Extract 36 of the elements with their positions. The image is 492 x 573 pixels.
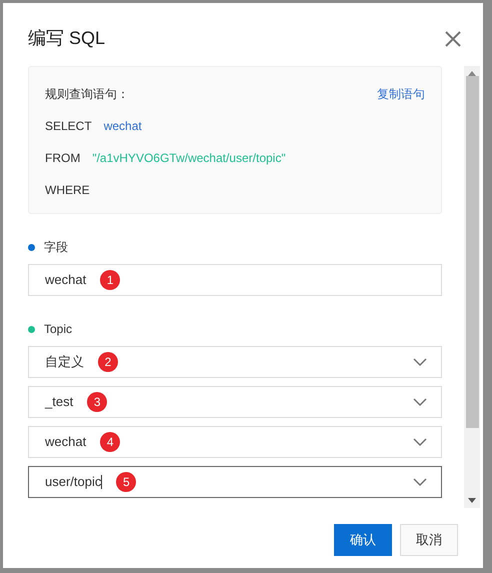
select-field[interactable]: 自定义 2 <box>28 346 442 378</box>
input-field[interactable]: wechat 1 <box>28 264 442 296</box>
field-value: wechat <box>45 433 86 452</box>
sql-keyword: SELECT <box>45 118 92 135</box>
field-value: wechat <box>45 271 86 290</box>
copy-link[interactable]: 复制语句 <box>377 85 425 103</box>
chevron-down-icon <box>413 398 427 406</box>
chevron-down-icon <box>413 438 427 446</box>
sql-keyword: FROM <box>45 150 80 167</box>
dialog-title: 编写 SQL <box>28 27 106 50</box>
chevron-down-icon <box>413 358 427 366</box>
sql-value: wechat <box>104 118 142 135</box>
scrollbar-thumb[interactable] <box>466 76 478 428</box>
select-field[interactable]: user/topic 5 <box>28 466 442 498</box>
scrollbar[interactable] <box>464 66 480 508</box>
section-label: 字段 <box>44 239 68 256</box>
number-badge: 5 <box>116 472 136 492</box>
confirm-button[interactable]: 确认 <box>334 524 392 556</box>
scroll-down-icon[interactable] <box>468 498 476 503</box>
select-field[interactable]: wechat 4 <box>28 426 442 458</box>
text-cursor <box>101 475 102 489</box>
number-badge: 3 <box>87 392 108 412</box>
select-field[interactable]: _test 3 <box>28 386 442 418</box>
section-label: Topic <box>44 321 72 338</box>
query-label: 规则查询语句： <box>45 86 129 103</box>
sql-keyword: WHERE <box>45 182 90 199</box>
cancel-button[interactable]: 取消 <box>400 524 458 556</box>
number-badge: 4 <box>100 432 120 452</box>
field-value: user/topic <box>45 473 102 492</box>
close-icon[interactable] <box>445 30 461 46</box>
sql-value: "/a1vHYVO6GTw/wechat/user/topic" <box>92 150 286 167</box>
field-value: _test <box>45 393 74 412</box>
number-badge: 2 <box>98 352 118 372</box>
field-value: 自定义 <box>45 353 84 372</box>
number-badge: 1 <box>100 270 120 290</box>
chevron-down-icon <box>413 478 427 486</box>
